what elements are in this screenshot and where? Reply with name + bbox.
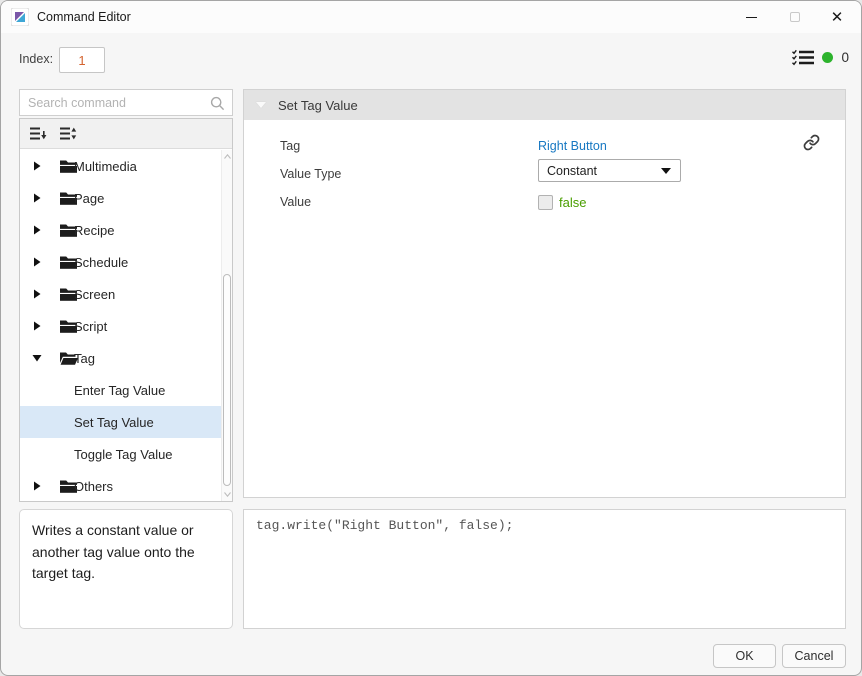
- tree-item-label: Tag: [74, 350, 95, 366]
- tree-item-multimedia[interactable]: Multimedia: [20, 150, 221, 182]
- tree-item-label: Toggle Tag Value: [74, 446, 173, 462]
- tree-item-enter-tag-value[interactable]: Enter Tag Value: [20, 374, 221, 406]
- tag-link-icon[interactable]: [803, 134, 820, 151]
- expand-arrow-icon[interactable]: [32, 193, 42, 203]
- value-row: Value false: [244, 188, 845, 216]
- value-type-label: Value Type: [280, 167, 342, 181]
- index-label: Index:: [19, 52, 54, 66]
- tree-item-label: Script: [74, 318, 108, 334]
- tree-item-label: Recipe: [74, 222, 115, 238]
- tree-item-label: Multimedia: [74, 158, 137, 174]
- search-icon: [210, 96, 225, 111]
- maximize-icon: [790, 12, 800, 22]
- tree-item-label: Page: [74, 190, 105, 206]
- expand-arrow-icon[interactable]: [32, 257, 42, 267]
- value-type-dropdown[interactable]: Constant: [538, 159, 681, 182]
- checklist-icon[interactable]: [792, 49, 815, 66]
- cancel-button[interactable]: Cancel: [782, 644, 846, 668]
- tree-item-tag[interactable]: Tag: [20, 342, 221, 374]
- expand-all-icon[interactable]: [58, 125, 78, 143]
- ok-button[interactable]: OK: [713, 644, 776, 668]
- tag-value-link[interactable]: Right Button: [538, 139, 607, 153]
- tree-item-label: Others: [74, 478, 114, 494]
- minimize-button[interactable]: [729, 1, 773, 33]
- tag-label: Tag: [280, 139, 301, 153]
- expand-arrow-icon[interactable]: [32, 289, 42, 299]
- value-type-row: Value Type Constant: [244, 159, 845, 188]
- search-input[interactable]: [28, 91, 208, 114]
- tree-item-script[interactable]: Script: [20, 310, 221, 342]
- command-tree: Multimedia Page Recipe Schedule Screen S…: [20, 150, 221, 501]
- tree-item-label: Screen: [74, 286, 116, 302]
- tree-item-recipe[interactable]: Recipe: [20, 214, 221, 246]
- status-count: 0: [841, 50, 849, 65]
- collapse-all-icon[interactable]: [28, 125, 48, 143]
- set-tag-value-panel: Set Tag Value Tag Right Button Value Typ…: [243, 89, 846, 498]
- panel-header[interactable]: Set Tag Value: [244, 90, 845, 120]
- app-logo-icon: [11, 8, 29, 26]
- close-icon: ✕: [830, 8, 844, 26]
- tree-item-label: Set Tag Value: [74, 414, 154, 430]
- close-button[interactable]: ✕: [815, 1, 859, 33]
- tree-item-label: Enter Tag Value: [74, 382, 166, 398]
- expand-arrow-icon[interactable]: [32, 161, 42, 171]
- command-tree-panel: Multimedia Page Recipe Schedule Screen S…: [19, 118, 233, 502]
- minimize-icon: [745, 16, 757, 18]
- scroll-down-icon[interactable]: [222, 488, 233, 501]
- scroll-up-icon[interactable]: [222, 150, 233, 163]
- value-text: false: [559, 194, 587, 210]
- tree-item-others[interactable]: Others: [20, 470, 221, 501]
- scrollbar-thumb[interactable]: [223, 274, 231, 486]
- command-description: Writes a constant value or another tag v…: [19, 509, 233, 629]
- expand-arrow-icon[interactable]: [32, 481, 42, 491]
- tree-item-page[interactable]: Page: [20, 182, 221, 214]
- tree-item-toggle-tag-value[interactable]: Toggle Tag Value: [20, 438, 221, 470]
- tree-scrollbar[interactable]: [221, 150, 232, 501]
- window-title: Command Editor: [37, 10, 131, 24]
- collapse-section-icon: [256, 102, 266, 108]
- tree-item-set-tag-value[interactable]: Set Tag Value: [20, 406, 221, 438]
- status-dot-icon: [822, 52, 834, 63]
- expand-arrow-icon[interactable]: [32, 225, 42, 235]
- panel-title: Set Tag Value: [278, 97, 358, 113]
- index-input[interactable]: [59, 47, 105, 73]
- value-label: Value: [280, 195, 312, 209]
- tree-toolbar: [20, 119, 232, 149]
- code-preview: tag.write("Right Button", false);: [243, 509, 846, 629]
- tree-item-schedule[interactable]: Schedule: [20, 246, 221, 278]
- chevron-down-icon: [661, 167, 671, 174]
- tree-item-label: Schedule: [74, 254, 129, 270]
- collapse-arrow-icon[interactable]: [32, 354, 42, 362]
- tree-item-screen[interactable]: Screen: [20, 278, 221, 310]
- value-checkbox[interactable]: [538, 194, 553, 210]
- search-box: [19, 89, 233, 116]
- maximize-button: [773, 1, 817, 33]
- expand-arrow-icon[interactable]: [32, 321, 42, 331]
- value-type-selected: Constant: [547, 163, 598, 178]
- title-bar: Command Editor ✕: [1, 1, 861, 33]
- command-editor-window: Command Editor ✕ Index: 0: [0, 0, 862, 676]
- status-area: 0: [792, 49, 849, 66]
- tag-row: Tag Right Button: [244, 132, 845, 160]
